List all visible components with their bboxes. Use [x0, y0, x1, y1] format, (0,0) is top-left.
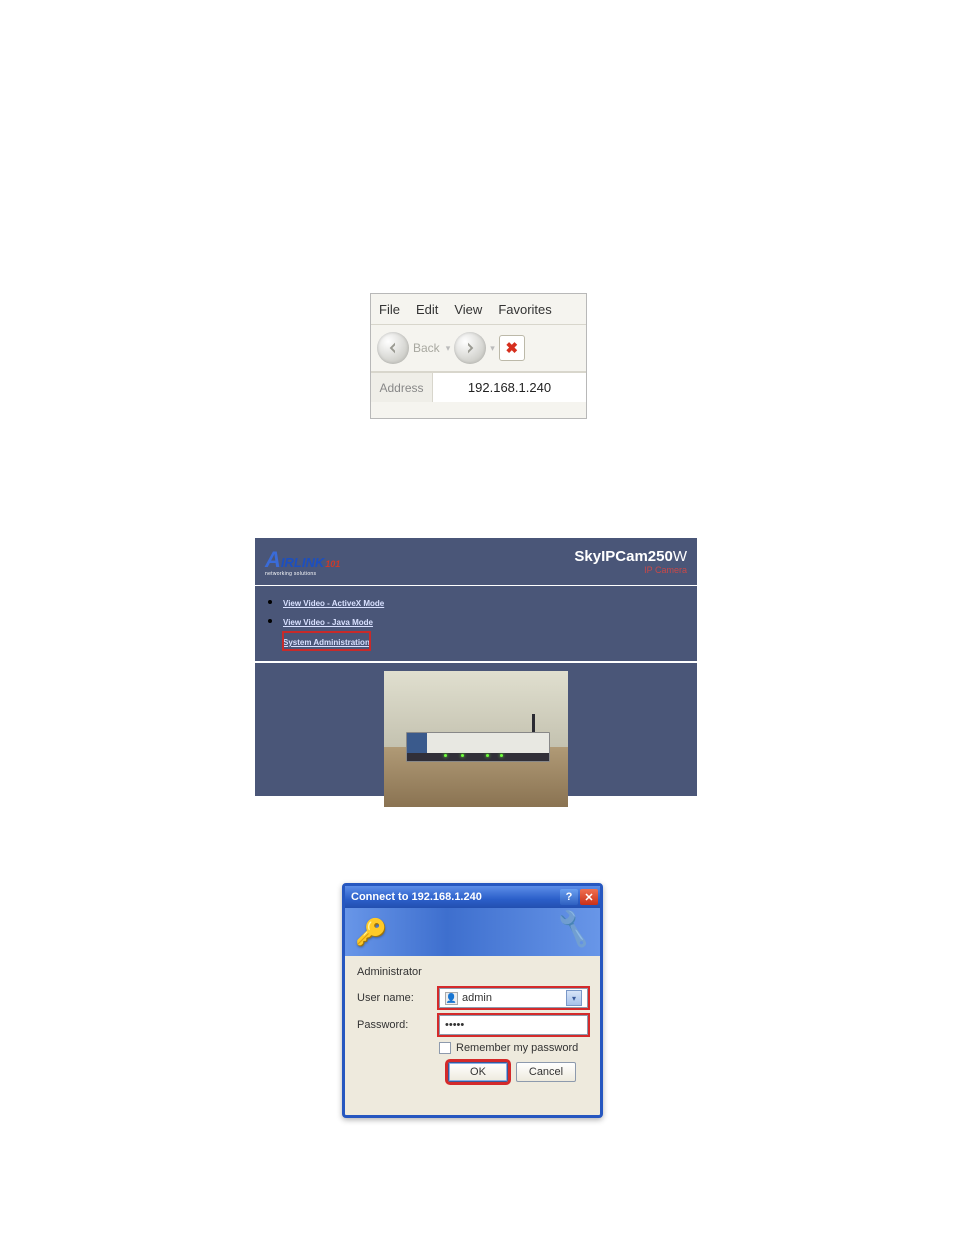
- dialog-title: Connect to 192.168.1.240: [351, 891, 482, 903]
- cancel-button[interactable]: Cancel: [516, 1062, 576, 1082]
- page-header: A IRLINK 101 networking solutions SkyIPC…: [255, 538, 697, 586]
- link-java-mode[interactable]: View Video - Java Mode: [283, 618, 373, 627]
- close-button[interactable]: ✕: [580, 889, 598, 905]
- dialog-banner: 🔑 🔧: [345, 908, 600, 956]
- router-device: [406, 732, 550, 762]
- logo-number: 101: [325, 559, 340, 569]
- forward-button[interactable]: [454, 332, 486, 364]
- password-value: •••••: [445, 1019, 464, 1031]
- menu-bar: File Edit View Favorites: [371, 294, 586, 324]
- help-icon: ?: [566, 891, 573, 903]
- username-value: admin: [462, 992, 492, 1004]
- logo-tagline: networking solutions: [265, 571, 340, 577]
- address-bar: Address 192.168.1.240: [371, 372, 586, 402]
- dialog-titlebar: Connect to 192.168.1.240 ? ✕: [345, 886, 600, 908]
- arrow-left-icon: [385, 340, 401, 356]
- navigation-toolbar: Back ▾ ▾ ✖: [371, 324, 586, 372]
- chevron-down-icon[interactable]: ▾: [566, 990, 582, 1006]
- arrow-right-icon: [462, 340, 478, 356]
- back-dropdown-icon[interactable]: ▾: [446, 343, 451, 354]
- logo: A IRLINK 101 networking solutions: [265, 547, 340, 577]
- product-subtitle: IP Camera: [574, 565, 687, 575]
- username-field[interactable]: 👤 admin ▾: [439, 988, 588, 1008]
- remember-label: Remember my password: [456, 1042, 578, 1054]
- close-icon: ✕: [584, 891, 593, 904]
- menu-view[interactable]: View: [454, 302, 482, 317]
- back-label: Back: [413, 341, 440, 355]
- camera-web-page: A IRLINK 101 networking solutions SkyIPC…: [255, 538, 697, 796]
- back-button[interactable]: [377, 332, 409, 364]
- product-suffix: W: [673, 548, 687, 565]
- menu-favorites[interactable]: Favorites: [498, 302, 551, 317]
- password-field[interactable]: •••••: [439, 1015, 588, 1035]
- auth-dialog: Connect to 192.168.1.240 ? ✕ 🔑 🔧 Adminis…: [342, 883, 603, 1118]
- address-input[interactable]: 192.168.1.240: [433, 373, 586, 402]
- auth-form: Administrator User name: 👤 admin ▾ Passw…: [345, 956, 600, 1092]
- ok-button[interactable]: OK: [448, 1062, 508, 1082]
- user-icon: 👤: [445, 992, 458, 1005]
- stop-x-icon: ✖: [505, 339, 518, 357]
- link-system-administration[interactable]: System Administration: [283, 638, 370, 647]
- product-name: SkyIPCam250: [574, 548, 672, 565]
- wrench-icon: 🔧: [551, 908, 596, 951]
- menu-edit[interactable]: Edit: [416, 302, 438, 317]
- username-label: User name:: [357, 992, 439, 1004]
- video-preview-area: [255, 663, 697, 817]
- realm-label: Administrator: [357, 966, 588, 978]
- link-activex-mode[interactable]: View Video - ActiveX Mode: [283, 599, 384, 608]
- browser-toolbar-screenshot: File Edit View Favorites Back ▾ ▾ ✖ Addr…: [370, 293, 587, 419]
- stop-button[interactable]: ✖: [499, 335, 525, 361]
- help-button[interactable]: ?: [560, 889, 578, 905]
- nav-links: View Video - ActiveX Mode View Video - J…: [255, 586, 697, 663]
- menu-file[interactable]: File: [379, 302, 400, 317]
- keys-icon: 🔑: [355, 917, 387, 948]
- logo-a: A: [265, 547, 281, 573]
- camera-video-frame: [384, 671, 568, 807]
- logo-text: IRLINK: [281, 555, 324, 570]
- password-label: Password:: [357, 1019, 439, 1031]
- address-label: Address: [371, 373, 433, 402]
- product-title: SkyIPCam250W IP Camera: [574, 548, 687, 575]
- forward-dropdown-icon[interactable]: ▾: [490, 343, 495, 354]
- remember-checkbox[interactable]: [439, 1042, 451, 1054]
